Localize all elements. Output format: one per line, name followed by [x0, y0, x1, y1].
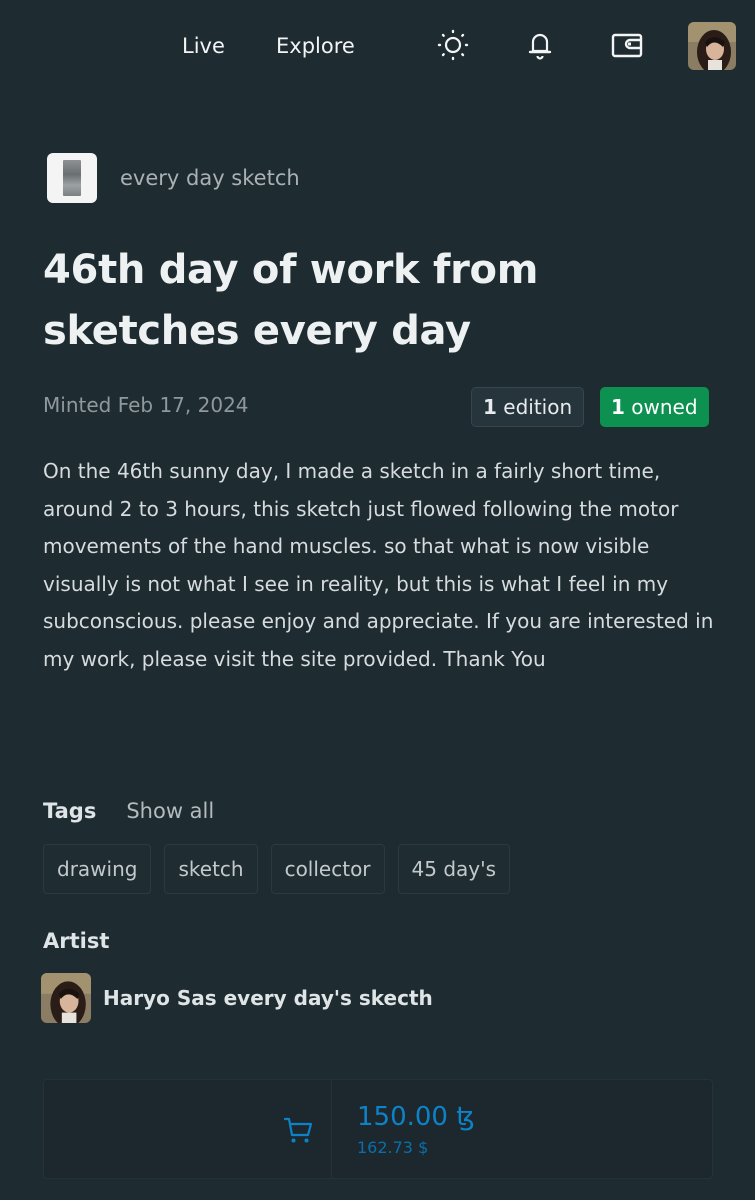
- tag-45-days[interactable]: 45 day's: [397, 844, 511, 894]
- tag-drawing[interactable]: drawing: [43, 844, 152, 894]
- token-description: On the 46th sunny day, I made a sketch i…: [43, 459, 714, 671]
- owned-badge: 1 owned: [600, 387, 709, 427]
- wallet-icon[interactable]: [609, 27, 645, 63]
- minted-date: Minted Feb 17, 2024: [43, 393, 249, 417]
- owned-label: owned: [631, 395, 698, 419]
- cart-icon: [283, 1117, 313, 1143]
- collection-link[interactable]: every day sketch: [47, 153, 300, 203]
- nav-live-link[interactable]: Live: [182, 31, 225, 61]
- edition-badge: 1 edition: [471, 387, 585, 427]
- collection-name: every day sketch: [120, 166, 300, 190]
- edition-label: edition: [503, 395, 573, 419]
- artist-link[interactable]: Haryo Sas every day's skecth: [41, 973, 433, 1023]
- sun-icon[interactable]: [435, 27, 471, 63]
- tag-sketch[interactable]: sketch: [164, 844, 258, 894]
- bell-icon[interactable]: [522, 27, 558, 63]
- edition-count: 1: [483, 395, 497, 419]
- owned-count: 1: [611, 395, 625, 419]
- artist-name: Haryo Sas every day's skecth: [103, 986, 433, 1010]
- show-all-tags-link[interactable]: Show all: [126, 799, 214, 823]
- tag-collector[interactable]: collector: [270, 844, 385, 894]
- price-usd: 162.73 $: [357, 1138, 429, 1157]
- user-avatar[interactable]: [688, 22, 736, 70]
- tags-list: drawing sketch collector 45 day's: [43, 844, 523, 894]
- tags-label: Tags: [43, 799, 97, 823]
- collection-thumbnail: [47, 153, 97, 203]
- buy-divider: [331, 1080, 332, 1178]
- buy-button[interactable]: 150.00 ꜩ 162.73 $: [43, 1079, 713, 1179]
- artist-label: Artist: [43, 929, 110, 953]
- artist-avatar: [41, 973, 91, 1023]
- tags-header: Tags Show all: [43, 799, 214, 823]
- top-nav: Live Explore: [0, 0, 755, 92]
- token-title: 46th day of work from sketches every day: [43, 247, 539, 354]
- nav-explore-link[interactable]: Explore: [276, 31, 355, 61]
- price-tez: 150.00 ꜩ: [357, 1102, 475, 1132]
